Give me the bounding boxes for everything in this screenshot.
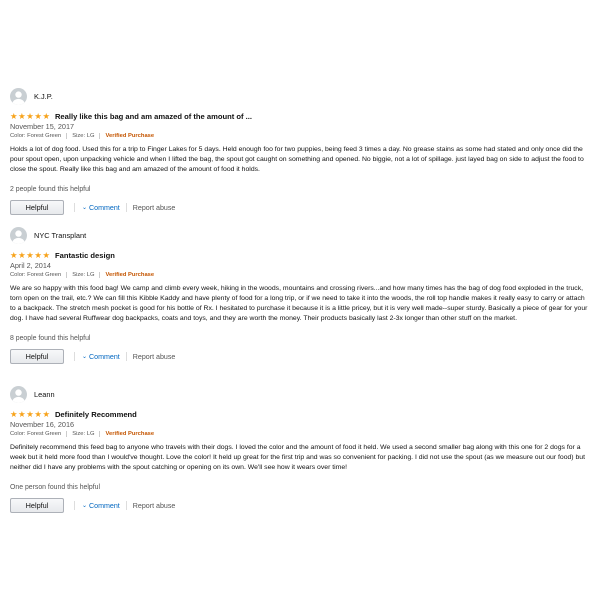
comment-link[interactable]: ⌄ Comment: [82, 204, 120, 212]
variant-size[interactable]: Size: LG: [72, 430, 94, 438]
star-rating: ★ ★ ★ ★ ★: [10, 410, 50, 418]
comment-link[interactable]: ⌄ Comment: [82, 502, 120, 510]
helpful-button[interactable]: Helpful: [10, 349, 64, 364]
review-body: Definitely recommend this feed bag to an…: [10, 444, 585, 471]
user-avatar-icon: [10, 226, 27, 244]
review-title[interactable]: Fantastic design: [55, 251, 115, 260]
divider: [74, 352, 75, 361]
variant-color[interactable]: Color: Forest Green: [10, 430, 61, 438]
report-abuse-link[interactable]: Report abuse: [133, 204, 176, 212]
review-title[interactable]: Really like this bag and am amazed of th…: [55, 112, 252, 121]
divider: [74, 203, 75, 212]
star-rating: ★ ★ ★ ★ ★: [10, 112, 50, 120]
reviewer-name: K.J.P.: [34, 91, 53, 101]
star-icon: ★: [42, 409, 50, 419]
variant-size[interactable]: Size: LG: [72, 132, 94, 140]
chevron-down-icon: ⌄: [82, 503, 88, 509]
star-icon: ★: [42, 111, 50, 121]
report-abuse-link[interactable]: Report abuse: [133, 353, 176, 361]
star-icon: ★: [18, 250, 26, 260]
star-icon: ★: [26, 250, 34, 260]
divider: [99, 133, 101, 139]
comment-label: Comment: [89, 203, 120, 212]
star-icon: ★: [18, 409, 26, 419]
variant-color[interactable]: Color: Forest Green: [10, 132, 61, 140]
review-body: We are so happy with this food bag! We c…: [10, 285, 588, 322]
chevron-down-icon: ⌄: [82, 354, 88, 360]
star-icon: ★: [26, 111, 34, 121]
reviewer-name: NYC Transplant: [34, 230, 87, 240]
verified-badge: Verified Purchase: [105, 133, 155, 139]
review-card: Leann ★ ★ ★ ★ ★ Definitely Recommend Novembe…: [10, 385, 590, 514]
helpful-count: 8 people found this helpful: [10, 335, 91, 342]
divider: [66, 133, 68, 139]
divider: [125, 352, 127, 361]
reviews-page: K.J.P. ★ ★ ★ ★ ★ Really like this bag and am…: [0, 0, 600, 600]
helpful-button[interactable]: Helpful: [10, 498, 64, 513]
comment-label: Comment: [89, 501, 120, 510]
comment-label: Comment: [89, 352, 120, 361]
review-title[interactable]: Definitely Recommend: [55, 410, 137, 419]
user-avatar-icon: [10, 87, 27, 105]
helpful-count: One person found this helpful: [10, 484, 101, 491]
review-date: November 16, 2016: [10, 420, 75, 429]
star-icon: ★: [18, 111, 26, 121]
comment-link[interactable]: ⌄ Comment: [82, 353, 120, 361]
helpful-count: 2 people found this helpful: [10, 186, 91, 193]
star-icon: ★: [34, 409, 42, 419]
review-date: April 2, 2014: [10, 261, 51, 270]
review-meta: Color: Forest Green Size: LG Verified Pu…: [10, 430, 590, 438]
helpful-button[interactable]: Helpful: [10, 200, 64, 215]
review-card: K.J.P. ★ ★ ★ ★ ★ Really like this bag and am…: [10, 87, 590, 216]
review-body: Holds a lot of dog food. Used this for a…: [10, 146, 584, 173]
divider: [125, 501, 127, 510]
review-meta: Color: Forest Green Size: LG Verified Pu…: [10, 132, 590, 140]
variant-color[interactable]: Color: Forest Green: [10, 271, 61, 279]
verified-badge: Verified Purchase: [105, 272, 155, 278]
divider: [74, 501, 75, 510]
report-abuse-link[interactable]: Report abuse: [133, 502, 176, 510]
reviewer-profile[interactable]: NYC Transplant: [10, 226, 590, 244]
verified-badge: Verified Purchase: [105, 431, 155, 437]
reviewer-name: Leann: [34, 389, 55, 399]
star-icon: ★: [26, 409, 34, 419]
user-avatar-icon: [10, 385, 27, 403]
review-actions: Helpful ⌄ Comment Report abuse: [10, 497, 590, 514]
divider: [125, 203, 127, 212]
variant-size[interactable]: Size: LG: [72, 271, 94, 279]
divider: [66, 431, 68, 437]
divider: [66, 272, 68, 278]
star-icon: ★: [42, 250, 50, 260]
reviewer-profile[interactable]: K.J.P.: [10, 87, 590, 105]
star-icon: ★: [10, 111, 18, 121]
reviewer-profile[interactable]: Leann: [10, 385, 590, 403]
divider: [99, 272, 101, 278]
divider: [99, 431, 101, 437]
review-actions: Helpful ⌄ Comment Report abuse: [10, 199, 590, 216]
review-meta: Color: Forest Green Size: LG Verified Pu…: [10, 271, 590, 279]
star-icon: ★: [34, 111, 42, 121]
star-icon: ★: [34, 250, 42, 260]
star-rating: ★ ★ ★ ★ ★: [10, 251, 50, 259]
review-date: November 15, 2017: [10, 122, 75, 131]
review-card: NYC Transplant ★ ★ ★ ★ ★ Fantastic design Ap…: [10, 226, 590, 365]
star-icon: ★: [10, 250, 18, 260]
review-actions: Helpful ⌄ Comment Report abuse: [10, 348, 590, 365]
chevron-down-icon: ⌄: [82, 205, 88, 211]
star-icon: ★: [10, 409, 18, 419]
